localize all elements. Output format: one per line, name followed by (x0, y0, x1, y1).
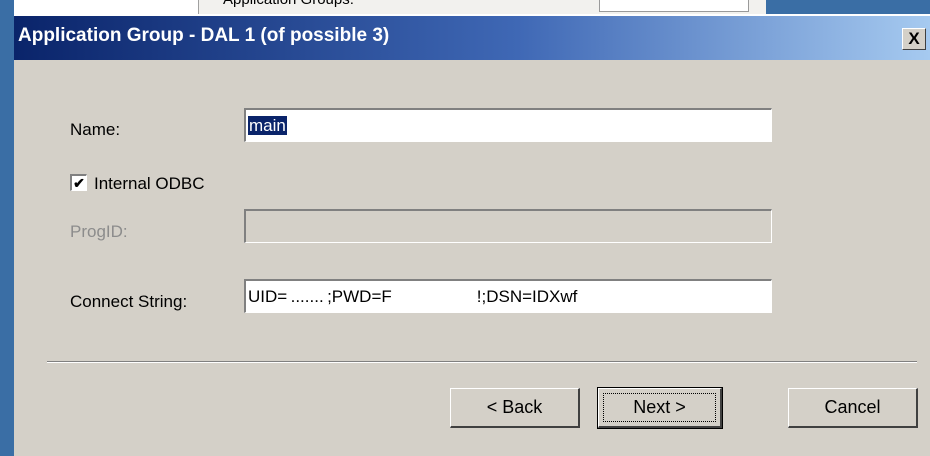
connect-string-value: UID= ....... ;PWD=F !;DSN=IDXwf (248, 287, 578, 306)
background-window-text: Application Groups: (223, 0, 354, 8)
background-field (599, 0, 749, 12)
desktop-background-right (766, 0, 930, 14)
back-button-label: < Back (486, 397, 543, 417)
cancel-button[interactable]: Cancel (788, 388, 918, 428)
connect-string-field[interactable]: UID= ....... ;PWD=F !;DSN=IDXwf (244, 279, 772, 313)
progid-field (244, 209, 772, 243)
name-field[interactable]: main (244, 108, 772, 142)
desktop-background (0, 0, 14, 456)
connect-string-label: Connect String: (70, 292, 188, 311)
separator (47, 361, 917, 363)
next-button-label: Next > (633, 397, 686, 417)
close-icon: X (908, 29, 920, 48)
progid-label: ProgID: (70, 222, 128, 241)
name-label: Name: (70, 120, 121, 139)
dialog-titlebar[interactable]: Application Group - DAL 1 (of possible 3… (14, 16, 930, 60)
close-button[interactable]: X (902, 28, 926, 50)
checkmark-icon: ✔ (73, 175, 85, 191)
application-group-dialog: Application Group - DAL 1 (of possible 3… (14, 16, 930, 456)
internal-odbc-label[interactable]: Internal ODBC (94, 174, 205, 194)
background-panel: Application Groups: (198, 0, 767, 14)
name-value: main (248, 116, 287, 135)
internal-odbc-checkbox[interactable]: ✔ (70, 174, 87, 191)
dialog-title: Application Group - DAL 1 (of possible 3… (18, 25, 390, 46)
next-button[interactable]: Next > (597, 387, 723, 429)
back-button[interactable]: < Back (450, 388, 580, 428)
cancel-button-label: Cancel (824, 397, 881, 417)
